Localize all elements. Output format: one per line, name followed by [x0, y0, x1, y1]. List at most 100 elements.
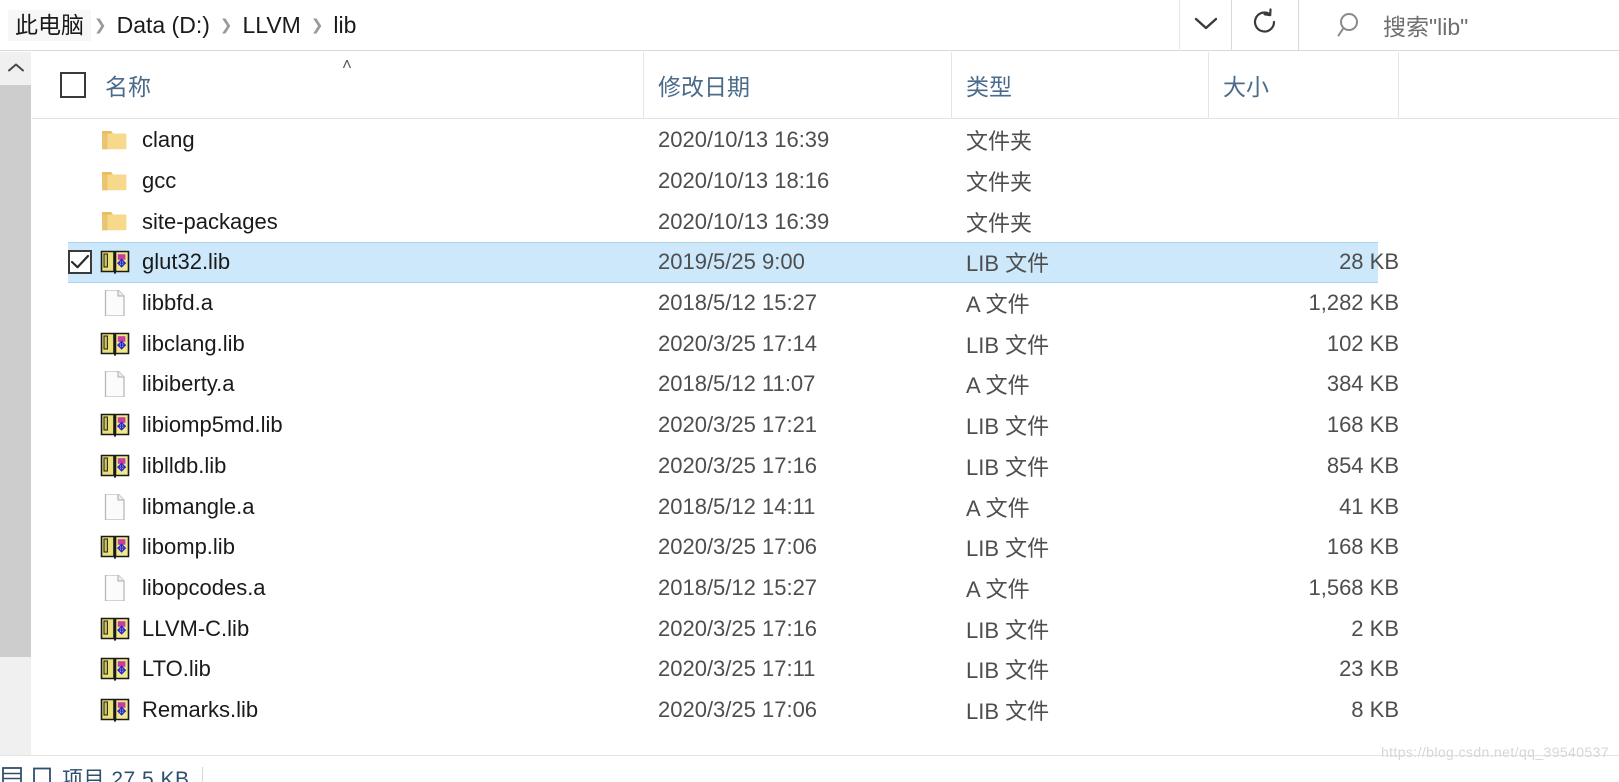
- cell-file-size: 102 KB: [1326, 330, 1399, 356]
- table-row[interactable]: libclang.lib 2020/3/25 17:14 LIB 文件 102 KB: [32, 323, 1619, 364]
- cell-file-size: 2 KB: [1351, 615, 1399, 641]
- table-row[interactable]: libomp.lib 2020/3/25 17:06 LIB 文件 168 KB: [32, 527, 1619, 568]
- cell-date-modified: 2020/10/13 16:39: [658, 208, 830, 234]
- file-name-label: libiomp5md.lib: [142, 412, 283, 438]
- column-header-size-label: 大小: [1223, 74, 1269, 100]
- view-mode-buttons[interactable]: [2, 766, 52, 782]
- table-row[interactable]: Remarks.lib 2020/3/25 17:06 LIB 文件 8 KB: [32, 690, 1619, 731]
- breadcrumb-item-this-pc[interactable]: 此电脑: [8, 9, 91, 41]
- cell-name[interactable]: glut32.lib: [32, 249, 644, 275]
- cell-name[interactable]: libomp.lib: [32, 534, 644, 560]
- file-name-label: libmangle.a: [142, 493, 255, 519]
- table-row[interactable]: gcc 2020/10/13 18:16 文件夹: [32, 161, 1619, 202]
- lib-book-icon: [100, 697, 130, 723]
- breadcrumb-separator-icon: ❯: [310, 17, 324, 34]
- column-header-filler: [1399, 52, 1619, 119]
- table-row[interactable]: LTO.lib 2020/3/25 17:11 LIB 文件 23 KB: [32, 649, 1619, 690]
- lib-book-icon: [100, 249, 130, 275]
- cell-file-type: A 文件: [966, 373, 1030, 399]
- cell-name[interactable]: clang: [32, 127, 644, 153]
- large-icons-view-icon[interactable]: [32, 767, 52, 782]
- cell-file-size: 1,568 KB: [1308, 574, 1399, 600]
- table-row[interactable]: libmangle.a 2018/5/12 14:11 A 文件 41 KB: [32, 486, 1619, 527]
- column-header-name-label: 名称: [105, 74, 151, 100]
- file-list[interactable]: clang 2020/10/13 16:39 文件夹 gcc 2020/10/13 18…: [32, 120, 1619, 740]
- cell-date-modified: 2018/5/12 15:27: [658, 574, 818, 600]
- breadcrumb-item-lib[interactable]: lib: [326, 10, 363, 41]
- cell-name[interactable]: liblldb.lib: [32, 453, 644, 479]
- file-name-label: clang: [142, 127, 195, 153]
- table-row[interactable]: libbfd.a 2018/5/12 15:27 A 文件 1,282 KB: [32, 283, 1619, 324]
- table-row[interactable]: site-packages 2020/10/13 16:39 文件夹: [32, 201, 1619, 242]
- cell-name[interactable]: libiberty.a: [32, 371, 644, 398]
- column-header-date[interactable]: 修改日期: [644, 51, 952, 119]
- file-name-label: libomp.lib: [142, 534, 235, 560]
- cell-name[interactable]: libclang.lib: [32, 331, 644, 357]
- cell-file-size: 854 KB: [1326, 452, 1399, 478]
- address-dropdown-button[interactable]: [1179, 0, 1231, 51]
- table-row[interactable]: libiomp5md.lib 2020/3/25 17:21 LIB 文件 168 K…: [32, 405, 1619, 446]
- search-box[interactable]: 搜索"lib": [1299, 0, 1619, 51]
- cell-name[interactable]: Remarks.lib: [32, 697, 644, 723]
- table-row[interactable]: glut32.lib 2019/5/25 9:00 LIB 文件 28 KB: [32, 242, 1619, 283]
- cell-name[interactable]: LLVM-C.lib: [32, 616, 644, 642]
- breadcrumb-item-llvm[interactable]: LLVM: [235, 10, 307, 41]
- lib-book-icon: [100, 331, 130, 357]
- file-name-label: libclang.lib: [142, 330, 245, 356]
- vertical-scrollbar[interactable]: [0, 52, 31, 782]
- document-icon: [100, 574, 130, 601]
- cell-file-type: LIB 文件: [966, 414, 1050, 440]
- cell-file-type: LIB 文件: [966, 617, 1050, 643]
- document-icon: [100, 493, 130, 520]
- cell-file-type: LIB 文件: [966, 658, 1050, 684]
- status-divider: [201, 767, 203, 782]
- row-checkbox[interactable]: [68, 250, 92, 275]
- file-name-label: libiberty.a: [142, 371, 235, 397]
- column-header-type-label: 类型: [966, 74, 1012, 100]
- cell-file-type: A 文件: [966, 576, 1030, 602]
- status-item-count: 项目 27.5 KB: [62, 768, 190, 782]
- breadcrumb[interactable]: 此电脑 ❯ Data (D:) ❯ LLVM ❯ lib: [0, 0, 1179, 50]
- cell-name[interactable]: site-packages: [32, 209, 644, 235]
- select-all-checkbox[interactable]: [60, 72, 86, 98]
- lib-book-icon: [100, 656, 130, 682]
- scrollbar-thumb[interactable]: [0, 85, 31, 657]
- cell-file-size: 168 KB: [1326, 534, 1399, 560]
- breadcrumb-bar[interactable]: 此电脑 ❯ Data (D:) ❯ LLVM ❯ lib: [0, 0, 1232, 51]
- cell-date-modified: 2020/3/25 17:06: [658, 534, 818, 560]
- cell-name[interactable]: libbfd.a: [32, 290, 644, 317]
- scrollbar-track[interactable]: [0, 657, 31, 749]
- refresh-button[interactable]: [1232, 0, 1299, 51]
- lib-book-icon: [100, 453, 130, 479]
- cell-name[interactable]: libmangle.a: [32, 493, 644, 520]
- scroll-up-button[interactable]: [0, 52, 31, 85]
- breadcrumb-separator-icon: ❯: [94, 17, 107, 34]
- breadcrumb-separator-icon: ❯: [219, 17, 233, 34]
- table-row[interactable]: LLVM-C.lib 2020/3/25 17:16 LIB 文件 2 KB: [32, 608, 1619, 649]
- search-input[interactable]: 搜索"lib": [1383, 8, 1468, 42]
- cell-date-modified: 2020/3/25 17:11: [658, 656, 816, 682]
- file-name-label: site-packages: [142, 208, 278, 234]
- column-header-size[interactable]: 大小: [1209, 51, 1399, 119]
- cell-date-modified: 2018/5/12 15:27: [658, 290, 818, 316]
- column-header-name[interactable]: 名称 ˄: [32, 51, 644, 119]
- sort-ascending-icon: ˄: [342, 54, 352, 74]
- breadcrumb-item-data-d[interactable]: Data (D:): [110, 10, 217, 41]
- details-view-icon[interactable]: [2, 766, 22, 782]
- table-row[interactable]: clang 2020/10/13 16:39 文件夹: [32, 120, 1619, 161]
- cell-name[interactable]: libopcodes.a: [32, 574, 644, 601]
- cell-file-size: 28 KB: [1339, 249, 1399, 275]
- cell-file-type: LIB 文件: [966, 251, 1050, 277]
- column-header-type[interactable]: 类型: [952, 51, 1209, 119]
- file-explorer-window: 此电脑 ❯ Data (D:) ❯ LLVM ❯ lib 搜索"lib" 名称 …: [0, 0, 1619, 782]
- cell-name[interactable]: libiomp5md.lib: [32, 412, 644, 438]
- cell-file-type: LIB 文件: [966, 698, 1050, 724]
- table-row[interactable]: liblldb.lib 2020/3/25 17:16 LIB 文件 854 KB: [32, 446, 1619, 487]
- cell-name[interactable]: LTO.lib: [32, 656, 644, 682]
- file-name-label: Remarks.lib: [142, 696, 259, 722]
- address-bar: 此电脑 ❯ Data (D:) ❯ LLVM ❯ lib 搜索"lib": [0, 0, 1619, 51]
- file-name-label: libopcodes.a: [142, 574, 266, 600]
- table-row[interactable]: libopcodes.a 2018/5/12 15:27 A 文件 1,568 KB: [32, 568, 1619, 609]
- cell-name[interactable]: gcc: [32, 168, 644, 194]
- table-row[interactable]: libiberty.a 2018/5/12 11:07 A 文件 384 KB: [32, 364, 1619, 405]
